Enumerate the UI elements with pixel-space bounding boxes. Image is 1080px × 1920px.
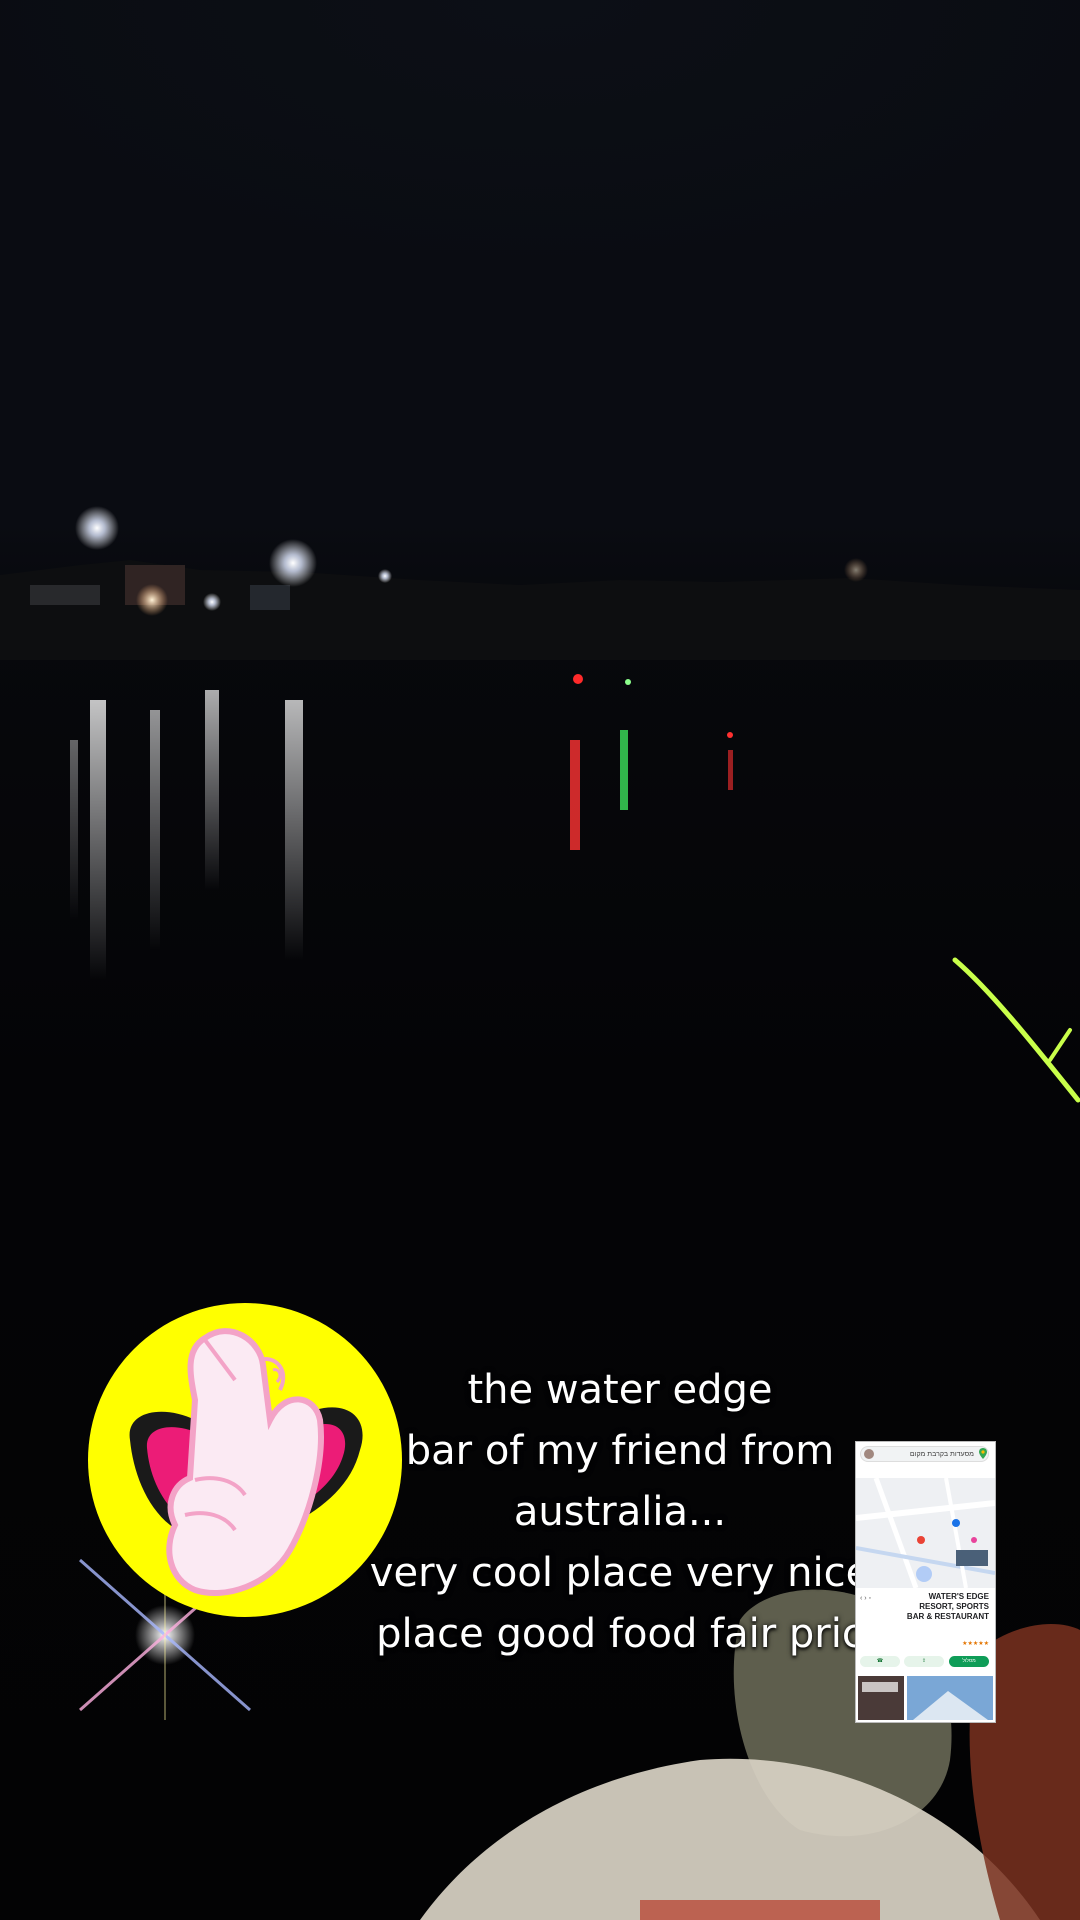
directions-button[interactable]: מסלול [949, 1656, 989, 1667]
plant-stem-icon [952, 957, 1080, 1103]
share-chip[interactable]: ⇪ [904, 1656, 944, 1667]
caption-line: the water edge [467, 1367, 773, 1413]
caption-line: very cool place very nice [369, 1550, 871, 1596]
video-frame: the water edge bar of my friend from aus… [0, 0, 1080, 1920]
maps-screenshot-thumbnail[interactable]: מסעדות בקרבת מקום ‹ › ◦ WATER'S EDGE RES… [855, 1441, 996, 1723]
map-view[interactable] [856, 1478, 995, 1588]
rating-stars: ★★★★★ [962, 1641, 989, 1647]
map-roads-icon [856, 1478, 995, 1588]
maps-search-bar: מסעדות בקרבת מקום [860, 1446, 989, 1462]
caption-line: australia... [513, 1489, 727, 1535]
map-pin-icon [979, 1448, 987, 1459]
place-name: WATER'S EDGE RESORT, SPORTS BAR & RESTAU… [906, 1592, 989, 1621]
video-caption: the water edge bar of my friend from aus… [350, 1360, 890, 1665]
call-chip[interactable]: ☎ [860, 1656, 900, 1667]
place-photos-icon [858, 1676, 993, 1720]
caption-line: place good food fair pric [376, 1611, 864, 1657]
nav-arrows: ‹ › ◦ [860, 1595, 872, 1602]
caption-line: bar of my friend from [405, 1428, 835, 1474]
avatar-icon [864, 1449, 874, 1459]
